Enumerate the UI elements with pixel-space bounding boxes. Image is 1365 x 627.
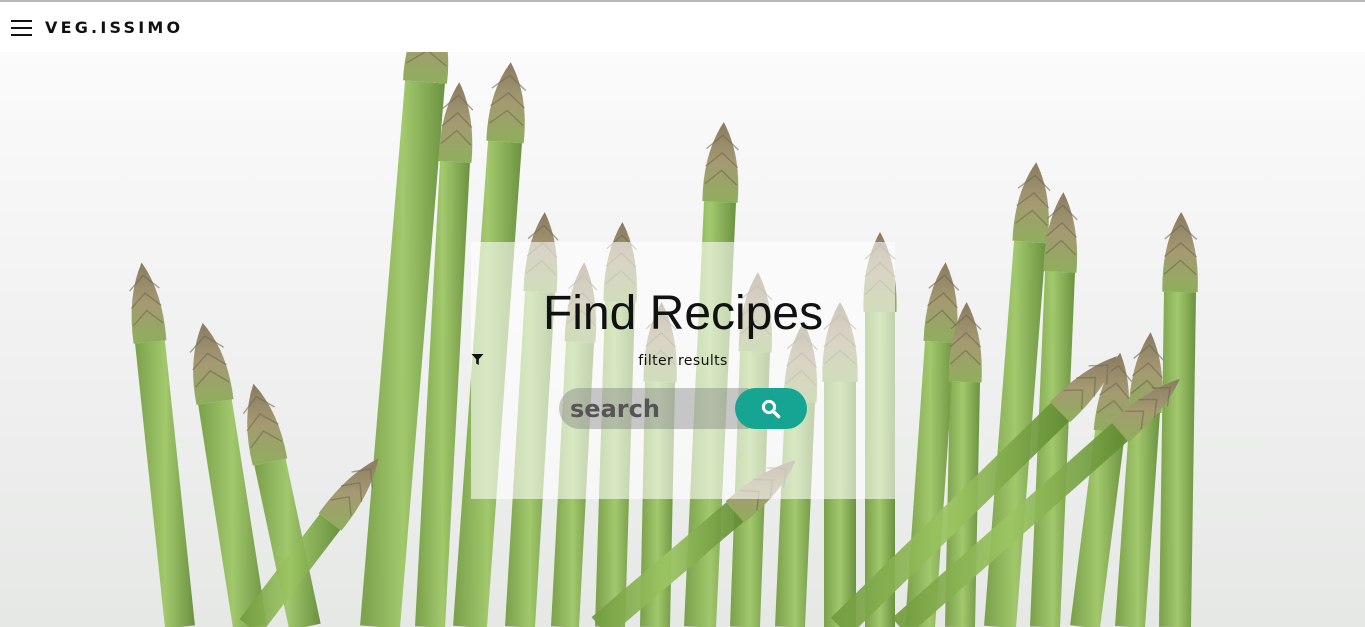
hero-banner: Find Recipes filter results [0, 52, 1365, 627]
search-icon [761, 399, 781, 419]
hamburger-menu-icon[interactable] [11, 19, 33, 37]
filter-results-link[interactable]: filter results [471, 353, 895, 369]
search-panel: Find Recipes filter results [471, 242, 895, 499]
filter-results-label: filter results [638, 353, 728, 369]
navbar: VEG.ISSIMO [0, 2, 1365, 52]
page-title: Find Recipes [542, 287, 824, 340]
search-button[interactable] [735, 388, 807, 429]
brand-logo[interactable]: VEG.ISSIMO [45, 19, 183, 37]
funnel-icon [471, 354, 484, 365]
search-input[interactable] [559, 388, 749, 429]
